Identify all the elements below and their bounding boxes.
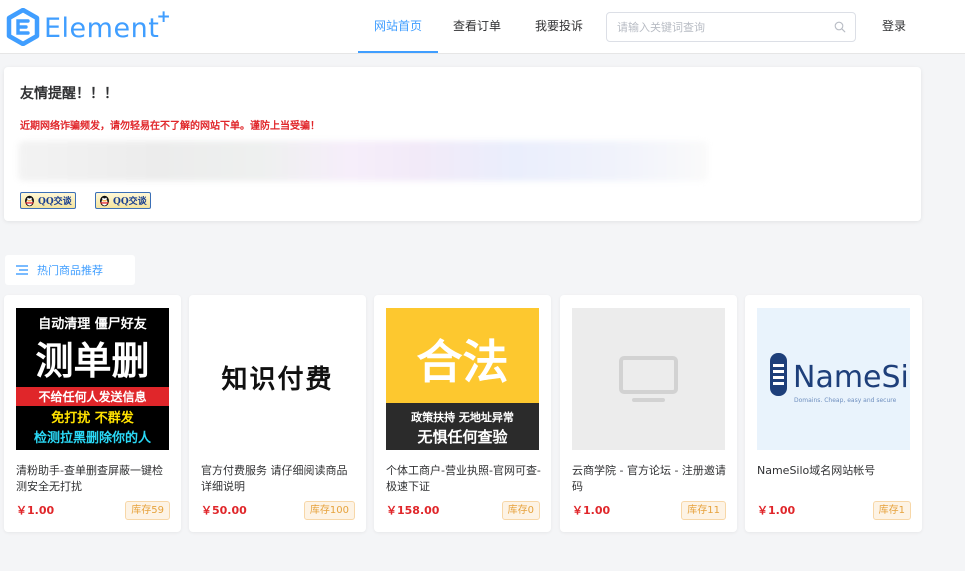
qq-chat-label: QQ交谈 bbox=[113, 197, 147, 207]
product-price: ￥158.00 bbox=[386, 504, 440, 517]
top-header: Element+ 网站首页 查看订单 我要投诉 登录 bbox=[0, 0, 965, 54]
image-text: 知识付费 bbox=[221, 365, 333, 395]
product-image: NameSilo Domains. Cheap, easy and secure bbox=[757, 308, 910, 450]
product-price: ￥50.00 bbox=[201, 504, 247, 517]
section-title: 热门商品推荐 bbox=[37, 264, 103, 277]
product-image: 自动清理 僵尸好友 测单删 不给任何人发送信息 免打扰 不群发 检测拉黑删除你的… bbox=[16, 308, 169, 450]
product-card[interactable]: 知识付费 官方付费服务 请仔细阅读商品详细说明 ￥50.00 库存100 bbox=[189, 295, 366, 532]
image-text: Domains. Cheap, easy and secure bbox=[794, 397, 897, 404]
blurred-banner-image bbox=[18, 141, 708, 181]
qq-penguin-icon bbox=[25, 195, 34, 207]
product-name[interactable]: 官方付费服务 请仔细阅读商品详细说明 bbox=[201, 463, 356, 495]
brand-name: Element + bbox=[44, 6, 172, 44]
stock-badge: 库存1 bbox=[872, 501, 911, 520]
search-box bbox=[606, 12, 856, 42]
nav-orders-tab[interactable]: 查看订单 bbox=[453, 0, 501, 53]
image-text: 自动清理 僵尸好友 bbox=[38, 316, 147, 332]
stock-badge: 库存11 bbox=[681, 501, 726, 520]
image-text: 测单删 bbox=[35, 339, 149, 383]
qq-chat-label: QQ交谈 bbox=[38, 197, 72, 207]
product-card[interactable]: 合法 政策扶持 无地址异常 无惧任何查验 个体工商户-营业执照-官网可查-极速下… bbox=[374, 295, 551, 532]
stock-badge: 库存59 bbox=[125, 501, 170, 520]
product-card[interactable]: NameSilo Domains. Cheap, easy and secure… bbox=[745, 295, 922, 532]
notice-title: 友情提醒！！！ bbox=[20, 86, 118, 102]
brand-logo[interactable]: Element + bbox=[6, 6, 172, 46]
image-text: 检测拉黑删除你的人 bbox=[34, 430, 152, 446]
product-image: 合法 政策扶持 无地址异常 无惧任何查验 bbox=[386, 308, 539, 450]
stock-badge: 库存0 bbox=[501, 501, 540, 520]
image-text: NameSilo bbox=[793, 360, 910, 395]
product-price: ￥1.00 bbox=[16, 504, 55, 517]
login-link[interactable]: 登录 bbox=[882, 0, 906, 53]
product-name[interactable]: 个体工商户-营业执照-官网可查-极速下证 bbox=[386, 463, 541, 495]
product-name[interactable]: NameSilo域名网站帐号 bbox=[757, 463, 912, 479]
notice-warning-text: 近期网络诈骗频发，请勿轻易在不了解的网站下单。谨防上当受骗！ bbox=[20, 121, 320, 132]
image-text: 免打扰 不群发 bbox=[51, 410, 135, 426]
product-image bbox=[572, 308, 725, 450]
qq-chat-button[interactable]: QQ交谈 bbox=[95, 192, 151, 209]
stock-badge: 库存100 bbox=[303, 501, 355, 520]
brand-plus: + bbox=[156, 6, 172, 27]
element-logo-icon bbox=[6, 8, 40, 46]
product-card[interactable]: 云商学院 - 官方论坛 - 注册邀请码 ￥1.00 库存11 bbox=[560, 295, 737, 532]
product-card[interactable]: 自动清理 僵尸好友 测单删 不给任何人发送信息 免打扰 不群发 检测拉黑删除你的… bbox=[4, 295, 181, 532]
nav-home-tab[interactable]: 网站首页 bbox=[358, 0, 438, 53]
product-name[interactable]: 云商学院 - 官方论坛 - 注册邀请码 bbox=[572, 463, 727, 495]
product-price: ￥1.00 bbox=[572, 504, 611, 517]
search-input[interactable] bbox=[617, 19, 827, 35]
image-text: 不给任何人发送信息 bbox=[38, 389, 146, 404]
nav-complaint-tab[interactable]: 我要投诉 bbox=[535, 0, 583, 53]
notice-panel: 友情提醒！！！ 近期网络诈骗频发，请勿轻易在不了解的网站下单。谨防上当受骗！ Q… bbox=[4, 67, 921, 221]
image-text: 政策扶持 无地址异常 bbox=[411, 410, 514, 424]
product-name[interactable]: 清粉助手-查单删查屏蔽一键检测安全无打扰 bbox=[16, 463, 171, 495]
product-price: ￥1.00 bbox=[757, 504, 796, 517]
image-placeholder-icon bbox=[619, 356, 678, 402]
image-text: 无惧任何查验 bbox=[416, 428, 508, 446]
hot-products-tab[interactable]: 热门商品推荐 bbox=[5, 255, 135, 285]
list-icon bbox=[16, 265, 28, 275]
search-icon[interactable] bbox=[834, 21, 846, 33]
qq-penguin-icon bbox=[100, 195, 109, 207]
product-image: 知识付费 bbox=[201, 308, 354, 450]
qq-chat-button[interactable]: QQ交谈 bbox=[20, 192, 76, 209]
image-text: 合法 bbox=[417, 335, 509, 389]
